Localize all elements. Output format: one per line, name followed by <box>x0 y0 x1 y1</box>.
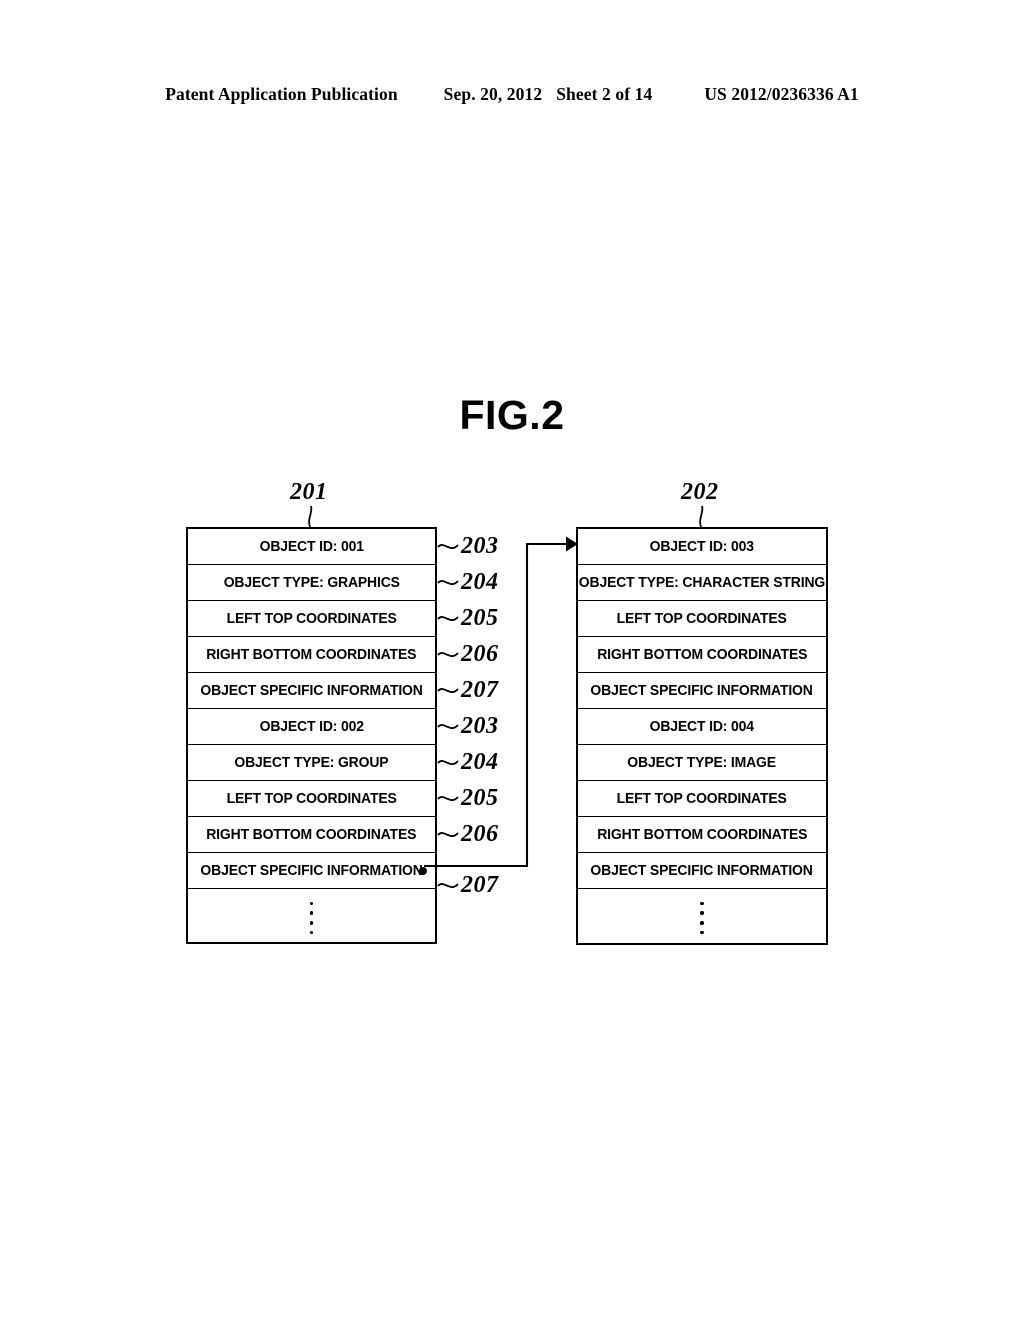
link-anchor-dot-icon <box>419 866 427 875</box>
table-row: LEFT TOP COORDINATES <box>188 781 435 817</box>
vertical-ellipsis-dot-icon <box>700 930 704 935</box>
table-row-linked: OBJECT SPECIFIC INFORMATION <box>188 853 435 889</box>
table-row: RIGHT BOTTOM COORDINATES <box>188 637 435 673</box>
table-row: OBJECT TYPE: CHARACTER STRING <box>578 565 826 601</box>
reference-numeral-callout: 206 <box>461 821 499 847</box>
table-cell-label: LEFT TOP COORDINATES <box>226 790 397 807</box>
vertical-ellipsis-dot-icon <box>700 921 704 925</box>
object-table-202: OBJECT ID: 003 OBJECT TYPE: CHARACTER ST… <box>576 527 828 945</box>
patent-header: Patent Application Publication Sep. 20, … <box>0 84 1024 110</box>
reference-numeral-201: 201 <box>290 479 328 505</box>
reference-numeral-callout: 203 <box>461 533 499 559</box>
table-row: OBJECT TYPE: IMAGE <box>578 745 826 781</box>
object-table-201: OBJECT ID: 001 OBJECT TYPE: GRAPHICS LEF… <box>186 527 437 944</box>
vertical-ellipsis-dot-icon <box>309 930 314 935</box>
table-row: OBJECT SPECIFIC INFORMATION <box>578 853 826 889</box>
leader-line-202 <box>699 505 704 528</box>
table-row: OBJECT ID: 002 <box>188 709 435 745</box>
table-cell-label: OBJECT SPECIFIC INFORMATION <box>200 862 423 879</box>
table-row: RIGHT BOTTOM COORDINATES <box>578 637 826 673</box>
connector-layer <box>308 505 704 889</box>
header-patent-number: US 2012/0236336 A1 <box>704 84 859 104</box>
table-cell-label: OBJECT SPECIFIC INFORMATION <box>590 862 814 879</box>
table-row-ellipsis <box>188 889 435 947</box>
table-row: OBJECT TYPE: GRAPHICS <box>188 565 435 601</box>
reference-numeral-callout: 205 <box>461 785 499 811</box>
vertical-ellipsis-dot-icon <box>309 911 314 915</box>
reference-numeral-callout: 204 <box>461 749 499 775</box>
table-cell-label: RIGHT BOTTOM COORDINATES <box>596 646 808 663</box>
header-sheet-text: Sheet 2 of 14 <box>556 84 653 104</box>
table-row: RIGHT BOTTOM COORDINATES <box>578 817 826 853</box>
callout-leader-lines <box>437 544 459 889</box>
vertical-ellipsis-dot-icon <box>700 901 704 906</box>
table-row: OBJECT ID: 003 <box>578 529 826 565</box>
table-row: OBJECT ID: 004 <box>578 709 826 745</box>
table-cell-label: OBJECT SPECIFIC INFORMATION <box>200 682 423 699</box>
table-cell-label: RIGHT BOTTOM COORDINATES <box>596 826 808 843</box>
table-row: OBJECT SPECIFIC INFORMATION <box>578 673 826 709</box>
table-row-ellipsis <box>578 889 826 947</box>
table-cell-label: OBJECT ID: 004 <box>649 718 755 735</box>
table-cell-label: LEFT TOP COORDINATES <box>226 610 397 627</box>
header-publication-text: Patent Application Publication <box>165 84 398 104</box>
figure-title: FIG.2 <box>459 392 565 438</box>
table-row: LEFT TOP COORDINATES <box>188 601 435 637</box>
table-row: LEFT TOP COORDINATES <box>578 781 826 817</box>
leader-line-201 <box>308 505 313 528</box>
vertical-ellipsis-dot-icon <box>309 921 314 925</box>
table-row: OBJECT SPECIFIC INFORMATION <box>188 673 435 709</box>
table-row: OBJECT TYPE: GROUP <box>188 745 435 781</box>
table-cell-label: RIGHT BOTTOM COORDINATES <box>206 646 417 663</box>
reference-numeral-callout: 207 <box>461 872 499 898</box>
reference-numeral-callout: 205 <box>461 605 499 631</box>
table-cell-label: OBJECT ID: 003 <box>649 538 755 555</box>
table-cell-label: OBJECT ID: 001 <box>259 538 364 555</box>
reference-numeral-callout: 206 <box>461 641 499 667</box>
table-row: LEFT TOP COORDINATES <box>578 601 826 637</box>
header-date-text: Sep. 20, 2012 <box>443 84 543 104</box>
table-cell-label: OBJECT SPECIFIC INFORMATION <box>590 682 814 699</box>
table-row: OBJECT ID: 001 <box>188 529 435 565</box>
reference-numeral-202: 202 <box>681 479 719 505</box>
table-cell-label: OBJECT TYPE: GROUP <box>234 754 389 771</box>
vertical-ellipsis-dot-icon <box>309 901 314 906</box>
table-cell-label: OBJECT TYPE: GRAPHICS <box>223 574 400 591</box>
table-cell-label: OBJECT TYPE: CHARACTER STRING <box>578 574 826 591</box>
table-cell-label: LEFT TOP COORDINATES <box>616 790 788 807</box>
table-cell-label: OBJECT ID: 002 <box>259 718 364 735</box>
table-row: RIGHT BOTTOM COORDINATES <box>188 817 435 853</box>
reference-numeral-callout: 203 <box>461 713 499 739</box>
table-cell-label: RIGHT BOTTOM COORDINATES <box>206 826 417 843</box>
vertical-ellipsis-dot-icon <box>700 911 704 915</box>
table-cell-label: LEFT TOP COORDINATES <box>616 610 788 627</box>
table-cell-label: OBJECT TYPE: IMAGE <box>627 754 777 771</box>
reference-numeral-callout: 204 <box>461 569 499 595</box>
reference-numeral-callout: 207 <box>461 677 499 703</box>
